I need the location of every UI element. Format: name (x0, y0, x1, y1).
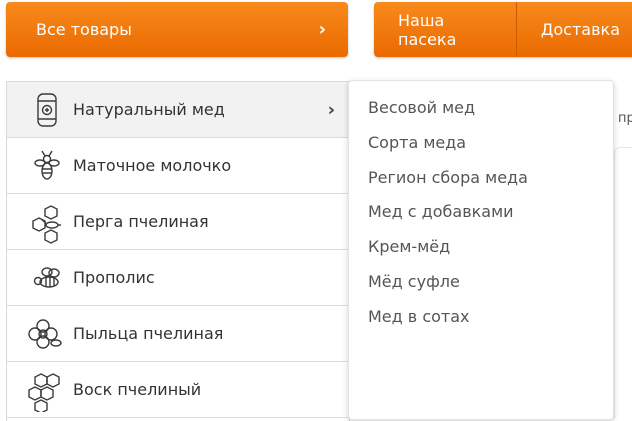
category-label: Пыльца пчелиная (73, 324, 224, 343)
honey-barrel-icon (37, 92, 57, 127)
category-label: Натуральный мед (73, 100, 225, 119)
category-label: Перга пчелиная (73, 212, 209, 231)
submenu-item-honey-with-additives[interactable]: Мед с добавками (349, 199, 613, 234)
category-propolis[interactable]: Прополис (7, 250, 349, 306)
category-natural-honey[interactable]: Натуральный мед › (7, 82, 349, 138)
nav-our-apiary[interactable]: Наша пасека (374, 2, 516, 57)
all-products-button[interactable]: Все товары › (6, 2, 348, 57)
submenu-item-collection-region[interactable]: Регион сбора меда (349, 165, 613, 200)
background-partial-text: пр (618, 111, 632, 126)
chevron-right-icon: › (318, 19, 326, 40)
flower-pollen-icon (28, 318, 62, 349)
nav-our-apiary-label: Наша пасека (398, 10, 457, 49)
submenu-item-souffle-honey[interactable]: Мёд суфле (349, 269, 613, 304)
category-bee-bread[interactable]: Перга пчелиная (7, 194, 349, 250)
chevron-right-icon: › (327, 99, 335, 120)
category-label: Прополис (73, 268, 155, 287)
all-products-label: Все товары (36, 20, 132, 39)
submenu-item-by-weight[interactable]: Весовой мед (349, 95, 613, 130)
submenu-item-honey-varieties[interactable]: Сорта меда (349, 130, 613, 165)
category-label: Маточное молочко (73, 156, 232, 175)
category-beeswax[interactable]: Воск пчелиный (7, 362, 349, 418)
honeycomb-bee-icon (32, 204, 61, 244)
nav-delivery[interactable]: Доставка (517, 2, 632, 57)
nav-delivery-label: Доставка (540, 20, 620, 39)
category-royal-jelly[interactable]: Маточное молочко (7, 138, 349, 194)
background-panel (614, 147, 632, 418)
category-label: Воск пчелиный (73, 380, 202, 399)
submenu-item-cream-honey[interactable]: Крем-мёд (349, 234, 613, 269)
honeycomb-icon (28, 372, 60, 412)
top-navigation: Наша пасека Доставка (374, 2, 632, 57)
bee-icon (34, 150, 60, 180)
category-menu: Натуральный мед › Маточное молочко Перга… (6, 81, 350, 421)
flying-bee-icon (33, 266, 60, 288)
category-bee-pollen[interactable]: Пыльца пчелиная (7, 306, 349, 362)
submenu-item-honey-in-combs[interactable]: Мед в сотах (349, 304, 613, 339)
honey-submenu: Весовой мед Сорта меда Регион сбора меда… (348, 80, 614, 420)
